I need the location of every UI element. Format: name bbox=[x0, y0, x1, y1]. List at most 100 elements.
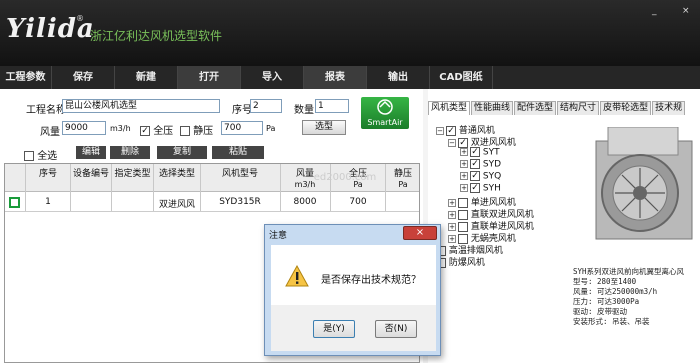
expand-icon[interactable]: + bbox=[460, 172, 468, 180]
desc-line: 安装形式: 吊装、吊装 bbox=[573, 317, 650, 326]
table-row[interactable]: 1 双进风风 SYD315R 8000 700 bbox=[5, 193, 419, 212]
desc-line: SYH系列双进风前向机翼型离心风 bbox=[573, 267, 685, 276]
qty-label: 数量 bbox=[294, 105, 314, 116]
select-button[interactable]: 选型 bbox=[302, 120, 346, 135]
menu-cad[interactable]: CAD图纸 bbox=[430, 66, 493, 89]
check-icon[interactable]: ✓ bbox=[470, 147, 480, 157]
minimize-button[interactable]: _ bbox=[652, 6, 657, 16]
tree-leaf-syd[interactable]: + ✓ SYD bbox=[460, 159, 501, 170]
expand-icon[interactable]: + bbox=[460, 160, 468, 168]
menu-import[interactable]: 导入 bbox=[241, 66, 304, 89]
project-name-input[interactable]: 昆山公楼风机选型 bbox=[62, 99, 220, 113]
smartair-button[interactable]: SmartAir bbox=[361, 97, 409, 129]
airflow-input[interactable]: 9000 bbox=[62, 121, 106, 135]
expand-icon[interactable]: + bbox=[460, 184, 468, 192]
fan-description: SYH系列双进风前向机翼型离心风 型号: 280至1400 风量: 可达2500… bbox=[573, 267, 684, 327]
menu-open[interactable]: 打开 bbox=[178, 66, 241, 89]
row-checkbox[interactable] bbox=[9, 197, 20, 208]
menu-save[interactable]: 保存 bbox=[52, 66, 115, 89]
warning-icon bbox=[285, 265, 309, 287]
paste-button[interactable]: 粘贴 bbox=[212, 146, 264, 159]
col-spec-type: 指定类型 bbox=[114, 169, 151, 179]
tree-explosion-proof[interactable]: 防爆风机 bbox=[436, 255, 485, 268]
checkbox-icon[interactable] bbox=[458, 233, 468, 244]
menu-project-params[interactable]: 工程参数 bbox=[0, 66, 52, 89]
checkbox-icon[interactable] bbox=[458, 209, 468, 220]
desc-line: 驱动: 皮带驱动 bbox=[573, 307, 628, 316]
check-icon[interactable]: ✓ bbox=[470, 159, 480, 169]
checkbox-icon[interactable] bbox=[458, 197, 468, 208]
expand-icon[interactable]: + bbox=[448, 234, 456, 243]
expand-icon[interactable]: + bbox=[448, 210, 456, 219]
expand-icon[interactable]: + bbox=[460, 148, 468, 156]
menu-bar: 工程参数 保存 新建 打开 导入 报表 输出 CAD图纸 bbox=[0, 66, 700, 89]
check-icon[interactable]: ✓ bbox=[470, 171, 480, 181]
row-seq: 1 bbox=[45, 197, 51, 207]
delete-button[interactable]: 删除 bbox=[110, 146, 150, 159]
tab-fan-type[interactable]: 风机类型 bbox=[428, 101, 471, 115]
copy-button[interactable]: 复制 bbox=[157, 146, 207, 159]
seq-input[interactable]: 2 bbox=[250, 99, 282, 113]
tab-accessories[interactable]: 配件选型 bbox=[514, 101, 557, 115]
desc-line: 压力: 可达3000Pa bbox=[573, 297, 640, 306]
row-airflow: 8000 bbox=[293, 197, 317, 207]
confirm-dialog: 注意 × 是否保存出技术规范？ 是(Y) 否(N) bbox=[264, 224, 441, 356]
total-pressure-label: 全压 bbox=[153, 126, 174, 137]
project-name-label: 工程名称 bbox=[26, 105, 66, 116]
airflow-label: 风量 bbox=[40, 127, 60, 138]
expand-icon[interactable]: + bbox=[448, 222, 456, 231]
checkbox-icon bbox=[180, 126, 190, 136]
registered-mark: ® bbox=[76, 14, 84, 23]
row-sel-type: 双进风风 bbox=[158, 200, 195, 210]
select-all-label: 全选 bbox=[37, 151, 58, 162]
menu-output[interactable]: 输出 bbox=[367, 66, 430, 89]
tree-leaf-syt[interactable]: + ✓ SYT bbox=[460, 147, 500, 158]
tab-pulley[interactable]: 皮带轮选型 bbox=[600, 101, 652, 115]
tree-leaf-syh[interactable]: + ✓ SYH bbox=[460, 183, 501, 194]
detail-tabs: 风机类型 性能曲线 配件选型 结构尺寸 皮带轮选型 技术规 bbox=[428, 101, 700, 115]
dialog-footer: 是(Y) 否(N) bbox=[271, 305, 436, 351]
check-icon[interactable]: ✓ bbox=[470, 183, 480, 193]
pressure-unit: Pa bbox=[266, 124, 276, 133]
app-header: Yilida ® 浙江亿利达风机选型软件 _ × bbox=[0, 0, 700, 66]
check-icon[interactable]: ✓ bbox=[458, 137, 468, 148]
pressure-input[interactable]: 700 bbox=[221, 121, 263, 135]
checkbox-icon[interactable] bbox=[458, 221, 468, 232]
check-icon: ✓ bbox=[140, 126, 150, 136]
expand-icon[interactable]: + bbox=[448, 198, 456, 207]
unit-static: Pa bbox=[398, 180, 408, 189]
col-seq: 序号 bbox=[38, 169, 57, 179]
close-window-button[interactable]: × bbox=[682, 6, 690, 16]
static-pressure-option[interactable]: 静压 bbox=[180, 122, 213, 137]
desc-line: 型号: 280至1400 bbox=[573, 277, 637, 286]
dialog-close-button[interactable]: × bbox=[403, 226, 437, 240]
col-static: 静压 bbox=[393, 169, 412, 179]
no-button[interactable]: 否(N) bbox=[375, 320, 417, 338]
fan-product-image bbox=[595, 127, 693, 240]
tree-leaf-syq[interactable]: + ✓ SYQ bbox=[460, 171, 501, 182]
checkbox-icon bbox=[24, 151, 34, 161]
menu-new[interactable]: 新建 bbox=[115, 66, 178, 89]
watermark: ed2000.com bbox=[313, 172, 377, 183]
tab-dimensions[interactable]: 结构尺寸 bbox=[557, 101, 600, 115]
airflow-unit: m3/h bbox=[110, 124, 131, 133]
select-all-option[interactable]: 全选 bbox=[24, 147, 57, 162]
check-icon[interactable]: ✓ bbox=[446, 125, 456, 136]
tab-performance-curve[interactable]: 性能曲线 bbox=[471, 101, 514, 115]
tab-tech-spec[interactable]: 技术规 bbox=[652, 101, 686, 115]
fan-type-panel: 风机类型 性能曲线 配件选型 结构尺寸 皮带轮选型 技术规 − ✓ 普通风机 − ✓… bbox=[428, 89, 700, 363]
collapse-icon[interactable]: − bbox=[448, 138, 456, 147]
collapse-icon[interactable]: − bbox=[436, 126, 444, 135]
dialog-title: 注意 bbox=[269, 231, 288, 241]
menu-report[interactable]: 报表 bbox=[304, 66, 367, 89]
total-pressure-option[interactable]: ✓ 全压 bbox=[140, 122, 173, 137]
desc-line: 风量: 可达250000m3/h bbox=[573, 287, 658, 296]
qty-input[interactable]: 1 bbox=[315, 99, 349, 113]
col-device: 设备编号 bbox=[72, 169, 109, 179]
edit-button[interactable]: 编辑 bbox=[76, 146, 106, 159]
yes-button[interactable]: 是(Y) bbox=[313, 320, 355, 338]
row-pressure: 700 bbox=[349, 197, 367, 207]
seq-label: 序号 bbox=[232, 105, 252, 116]
app-title: 浙江亿利达风机选型软件 bbox=[90, 29, 223, 43]
static-pressure-label: 静压 bbox=[193, 126, 214, 137]
